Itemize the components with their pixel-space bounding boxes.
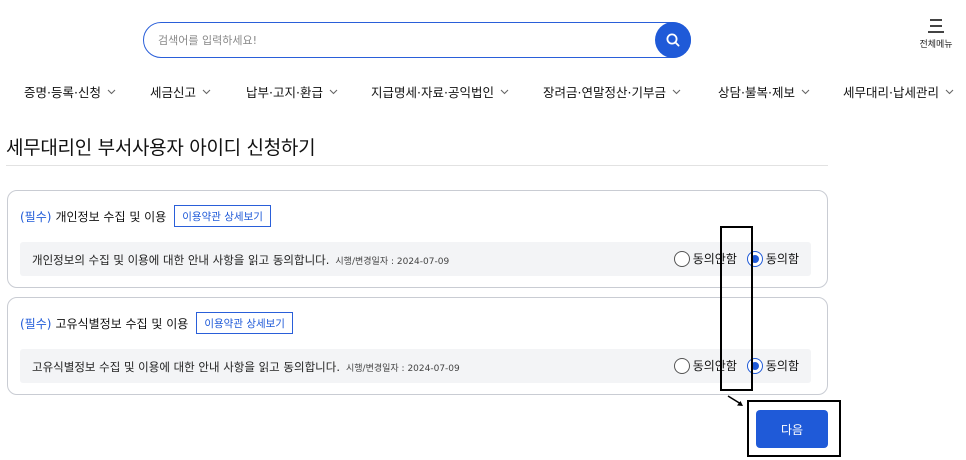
agreement-statement: 개인정보의 수집 및 이용에 대한 안내 사항을 읽고 동의합니다. bbox=[32, 253, 330, 267]
chevron-down-icon bbox=[672, 89, 681, 94]
agree-label: 동의함 bbox=[765, 252, 799, 266]
next-button[interactable]: 다음 bbox=[756, 410, 828, 448]
nav-item-certificate[interactable]: 증명·등록·신청 bbox=[24, 82, 116, 101]
agree-radio[interactable]: 동의함 bbox=[746, 357, 799, 374]
nav-item-tax-agent[interactable]: 세무대리·납세관리 bbox=[843, 82, 954, 101]
agreement-body: 고유식별정보 수집 및 이용에 대한 안내 사항을 읽고 동의합니다. 시행/변경… bbox=[20, 349, 811, 383]
chevron-down-icon bbox=[945, 89, 954, 94]
agreement-card-personal-info: (필수) 개인정보 수집 및 이용 이용약관 상세보기 개인정보의 수집 및 이… bbox=[7, 190, 828, 288]
all-menu-label: 전체메뉴 bbox=[919, 40, 953, 50]
agreement-title: 개인정보 수집 및 이용 bbox=[55, 209, 167, 224]
agreement-title: 고유식별정보 수집 및 이용 bbox=[55, 316, 189, 331]
nav-item-payment[interactable]: 납부·고지·환급 bbox=[246, 82, 338, 101]
disagree-radio[interactable]: 동의안함 bbox=[673, 250, 737, 267]
agreement-text: 고유식별정보 수집 및 이용에 대한 안내 사항을 읽고 동의합니다. 시행/변경… bbox=[32, 359, 460, 375]
search-button[interactable] bbox=[655, 22, 691, 58]
agree-radio[interactable]: 동의함 bbox=[746, 250, 799, 267]
agreement-statement: 고유식별정보 수집 및 이용에 대한 안내 사항을 읽고 동의합니다. bbox=[32, 360, 340, 374]
nav-item-tax-report[interactable]: 세금신고 bbox=[150, 82, 211, 101]
nav-item-label: 세금신고 bbox=[150, 85, 197, 100]
hamburger-icon bbox=[928, 19, 944, 33]
nav-item-consulting[interactable]: 상담·불복·제보 bbox=[718, 82, 810, 101]
effective-date: 시행/변경일자 : 2024-07-09 bbox=[345, 364, 460, 374]
all-menu-button[interactable]: 전체메뉴 bbox=[912, 16, 960, 62]
effective-date: 시행/변경일자 : 2024-07-09 bbox=[335, 257, 450, 267]
disagree-radio[interactable]: 동의안함 bbox=[673, 357, 737, 374]
search-input[interactable] bbox=[158, 30, 648, 50]
required-label: (필수) bbox=[20, 209, 52, 224]
search-bar bbox=[143, 22, 691, 58]
radio-checked-icon bbox=[746, 250, 763, 267]
page-title: 세무대리인 부서사용자 아이디 신청하기 bbox=[6, 137, 316, 159]
nav-item-label: 장려금·연말정산·기부금 bbox=[543, 85, 666, 100]
nav-item-label: 증명·등록·신청 bbox=[24, 85, 101, 100]
disagree-label: 동의안함 bbox=[692, 359, 737, 373]
title-divider bbox=[6, 165, 828, 166]
radio-checked-icon bbox=[746, 357, 763, 374]
radio-unchecked-icon bbox=[673, 357, 690, 374]
disagree-label: 동의안함 bbox=[692, 252, 737, 266]
nav-item-label: 상담·불복·제보 bbox=[718, 85, 795, 100]
agree-label: 동의함 bbox=[765, 359, 799, 373]
terms-detail-button[interactable]: 이용약관 상세보기 bbox=[196, 312, 293, 334]
consent-radio-group: 동의안함 동의함 bbox=[664, 250, 799, 267]
agreement-card-unique-id-info: (필수) 고유식별정보 수집 및 이용 이용약관 상세보기 고유식별정보 수집 … bbox=[7, 297, 828, 395]
nav-item-statements[interactable]: 지급명세·자료·공익법인 bbox=[371, 82, 509, 101]
chevron-down-icon bbox=[500, 89, 509, 94]
nav-item-label: 납부·고지·환급 bbox=[246, 85, 323, 100]
agreement-body: 개인정보의 수집 및 이용에 대한 안내 사항을 읽고 동의합니다. 시행/변경일… bbox=[20, 242, 811, 276]
agreement-text: 개인정보의 수집 및 이용에 대한 안내 사항을 읽고 동의합니다. 시행/변경일… bbox=[32, 252, 449, 268]
chevron-down-icon bbox=[107, 89, 116, 94]
terms-detail-button[interactable]: 이용약관 상세보기 bbox=[174, 205, 271, 227]
required-label: (필수) bbox=[20, 316, 52, 331]
search-icon bbox=[666, 33, 680, 47]
chevron-down-icon bbox=[329, 89, 338, 94]
arrow-icon bbox=[727, 395, 743, 406]
nav-item-incentives[interactable]: 장려금·연말정산·기부금 bbox=[543, 82, 681, 101]
chevron-down-icon bbox=[202, 89, 211, 94]
agreement-header: (필수) 개인정보 수집 및 이용 이용약관 상세보기 bbox=[20, 205, 271, 227]
agreement-header: (필수) 고유식별정보 수집 및 이용 이용약관 상세보기 bbox=[20, 312, 293, 334]
radio-unchecked-icon bbox=[673, 250, 690, 267]
chevron-down-icon bbox=[801, 89, 810, 94]
search-box bbox=[143, 22, 691, 58]
nav-item-label: 세무대리·납세관리 bbox=[843, 85, 939, 100]
nav-item-label: 지급명세·자료·공익법인 bbox=[371, 85, 494, 100]
main-navigation: 증명·등록·신청 세금신고 납부·고지·환급 지급명세·자료·공익법인 장려금·… bbox=[0, 78, 966, 106]
consent-radio-group: 동의안함 동의함 bbox=[664, 357, 799, 374]
